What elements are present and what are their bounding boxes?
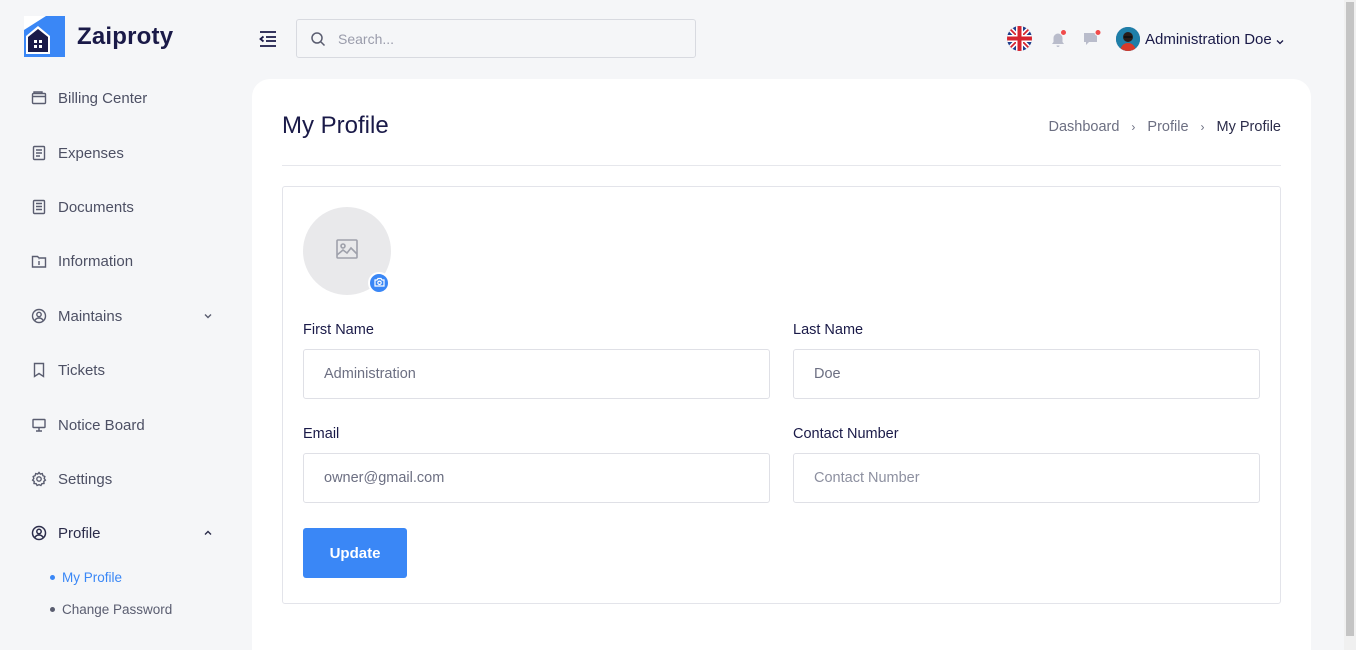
sidebar-item-label: Information (58, 252, 134, 270)
receipt-icon (30, 144, 48, 162)
breadcrumb: Dashboard › Profile › My Profile (1048, 119, 1281, 135)
user-circle-icon (30, 307, 48, 325)
search-input[interactable] (338, 30, 678, 47)
breadcrumb-profile[interactable]: Profile (1147, 119, 1188, 135)
sidebar-item-label: Expenses (58, 144, 124, 162)
monitor-icon (30, 416, 48, 434)
page-title: My Profile (282, 112, 389, 139)
sidebar-subitem-label: My Profile (62, 570, 123, 585)
email-field (303, 453, 770, 503)
message-icon[interactable] (1082, 29, 1102, 49)
first-name-field (303, 349, 770, 399)
user-menu[interactable]: Administration Doe (1116, 27, 1285, 51)
profile-form: First Name Last Name Email Contact Numbe… (282, 186, 1281, 604)
sidebar-item-label: Profile (58, 524, 101, 542)
sidebar-item-label: Settings (58, 470, 113, 488)
sidebar-item-label: Maintains (58, 307, 123, 325)
sidebar-item-information[interactable]: Information (30, 246, 220, 276)
email-input[interactable] (304, 454, 769, 502)
bullet-dot (50, 575, 55, 580)
menu-toggle-icon[interactable] (258, 29, 278, 49)
camera-icon (373, 274, 385, 292)
sidebar: Zaiproty Billing Center Expenses Documen… (0, 0, 252, 650)
bullet-dot (50, 607, 55, 612)
brand-name: Zaiproty (77, 22, 174, 50)
user-circle-icon (30, 524, 48, 542)
sidebar-item-expenses[interactable]: Expenses (30, 138, 220, 168)
main-card: My Profile Dashboard › Profile › My Prof… (252, 79, 1311, 650)
first-name-label: First Name (303, 322, 374, 338)
last-name-field (793, 349, 1260, 399)
breadcrumb-separator-icon: › (1200, 120, 1205, 134)
sidebar-subitem-label: Change Password (62, 602, 173, 617)
email-label: Email (303, 426, 340, 442)
wallet-icon (30, 89, 48, 107)
chevron-down-icon (202, 309, 214, 321)
sidebar-subitem-my-profile[interactable]: My Profile (50, 570, 122, 585)
bookmark-icon (30, 361, 48, 379)
update-button[interactable]: Update (303, 528, 407, 578)
first-name-input[interactable] (304, 350, 769, 398)
sidebar-item-billing-center[interactable]: Billing Center (30, 83, 220, 113)
search-box (296, 19, 696, 58)
document-icon (30, 198, 48, 216)
breadcrumb-dashboard[interactable]: Dashboard (1048, 119, 1119, 135)
logo-icon (24, 16, 65, 57)
sidebar-item-settings[interactable]: Settings (30, 464, 220, 494)
avatar (1116, 27, 1140, 51)
info-folder-icon (30, 252, 48, 270)
chevron-down-icon (1275, 34, 1285, 45)
search-icon (310, 31, 326, 47)
divider (282, 165, 1281, 166)
sidebar-item-label: Notice Board (58, 416, 145, 434)
last-name-input[interactable] (794, 350, 1259, 398)
notification-bell-icon[interactable] (1048, 29, 1068, 49)
sidebar-subitem-change-password[interactable]: Change Password (50, 602, 172, 617)
last-name-label: Last Name (793, 322, 864, 338)
user-name: Administration Doe (1145, 30, 1272, 48)
sidebar-item-profile[interactable]: Profile (30, 518, 220, 548)
sidebar-item-documents[interactable]: Documents (30, 192, 220, 222)
sidebar-item-label: Tickets (58, 361, 105, 379)
sidebar-item-label: Billing Center (58, 89, 148, 107)
brand[interactable]: Zaiproty (24, 16, 173, 57)
camera-upload-button[interactable] (368, 272, 390, 294)
contact-number-input[interactable] (794, 454, 1259, 502)
sidebar-item-tickets[interactable]: Tickets (30, 355, 220, 385)
gear-icon (30, 470, 48, 488)
sidebar-item-label: Documents (58, 198, 134, 216)
sidebar-item-maintains[interactable]: Maintains (30, 301, 220, 331)
contact-number-field (793, 453, 1260, 503)
contact-number-label: Contact Number (793, 426, 899, 442)
breadcrumb-separator-icon: › (1131, 120, 1136, 134)
scrollbar-thumb[interactable] (1346, 2, 1354, 636)
sidebar-item-notice-board[interactable]: Notice Board (30, 410, 220, 440)
scrollbar[interactable] (1344, 0, 1356, 650)
breadcrumb-current: My Profile (1216, 119, 1281, 135)
uk-flag-icon[interactable] (1007, 26, 1032, 51)
chevron-up-icon (202, 526, 214, 538)
image-placeholder-icon (336, 238, 358, 264)
